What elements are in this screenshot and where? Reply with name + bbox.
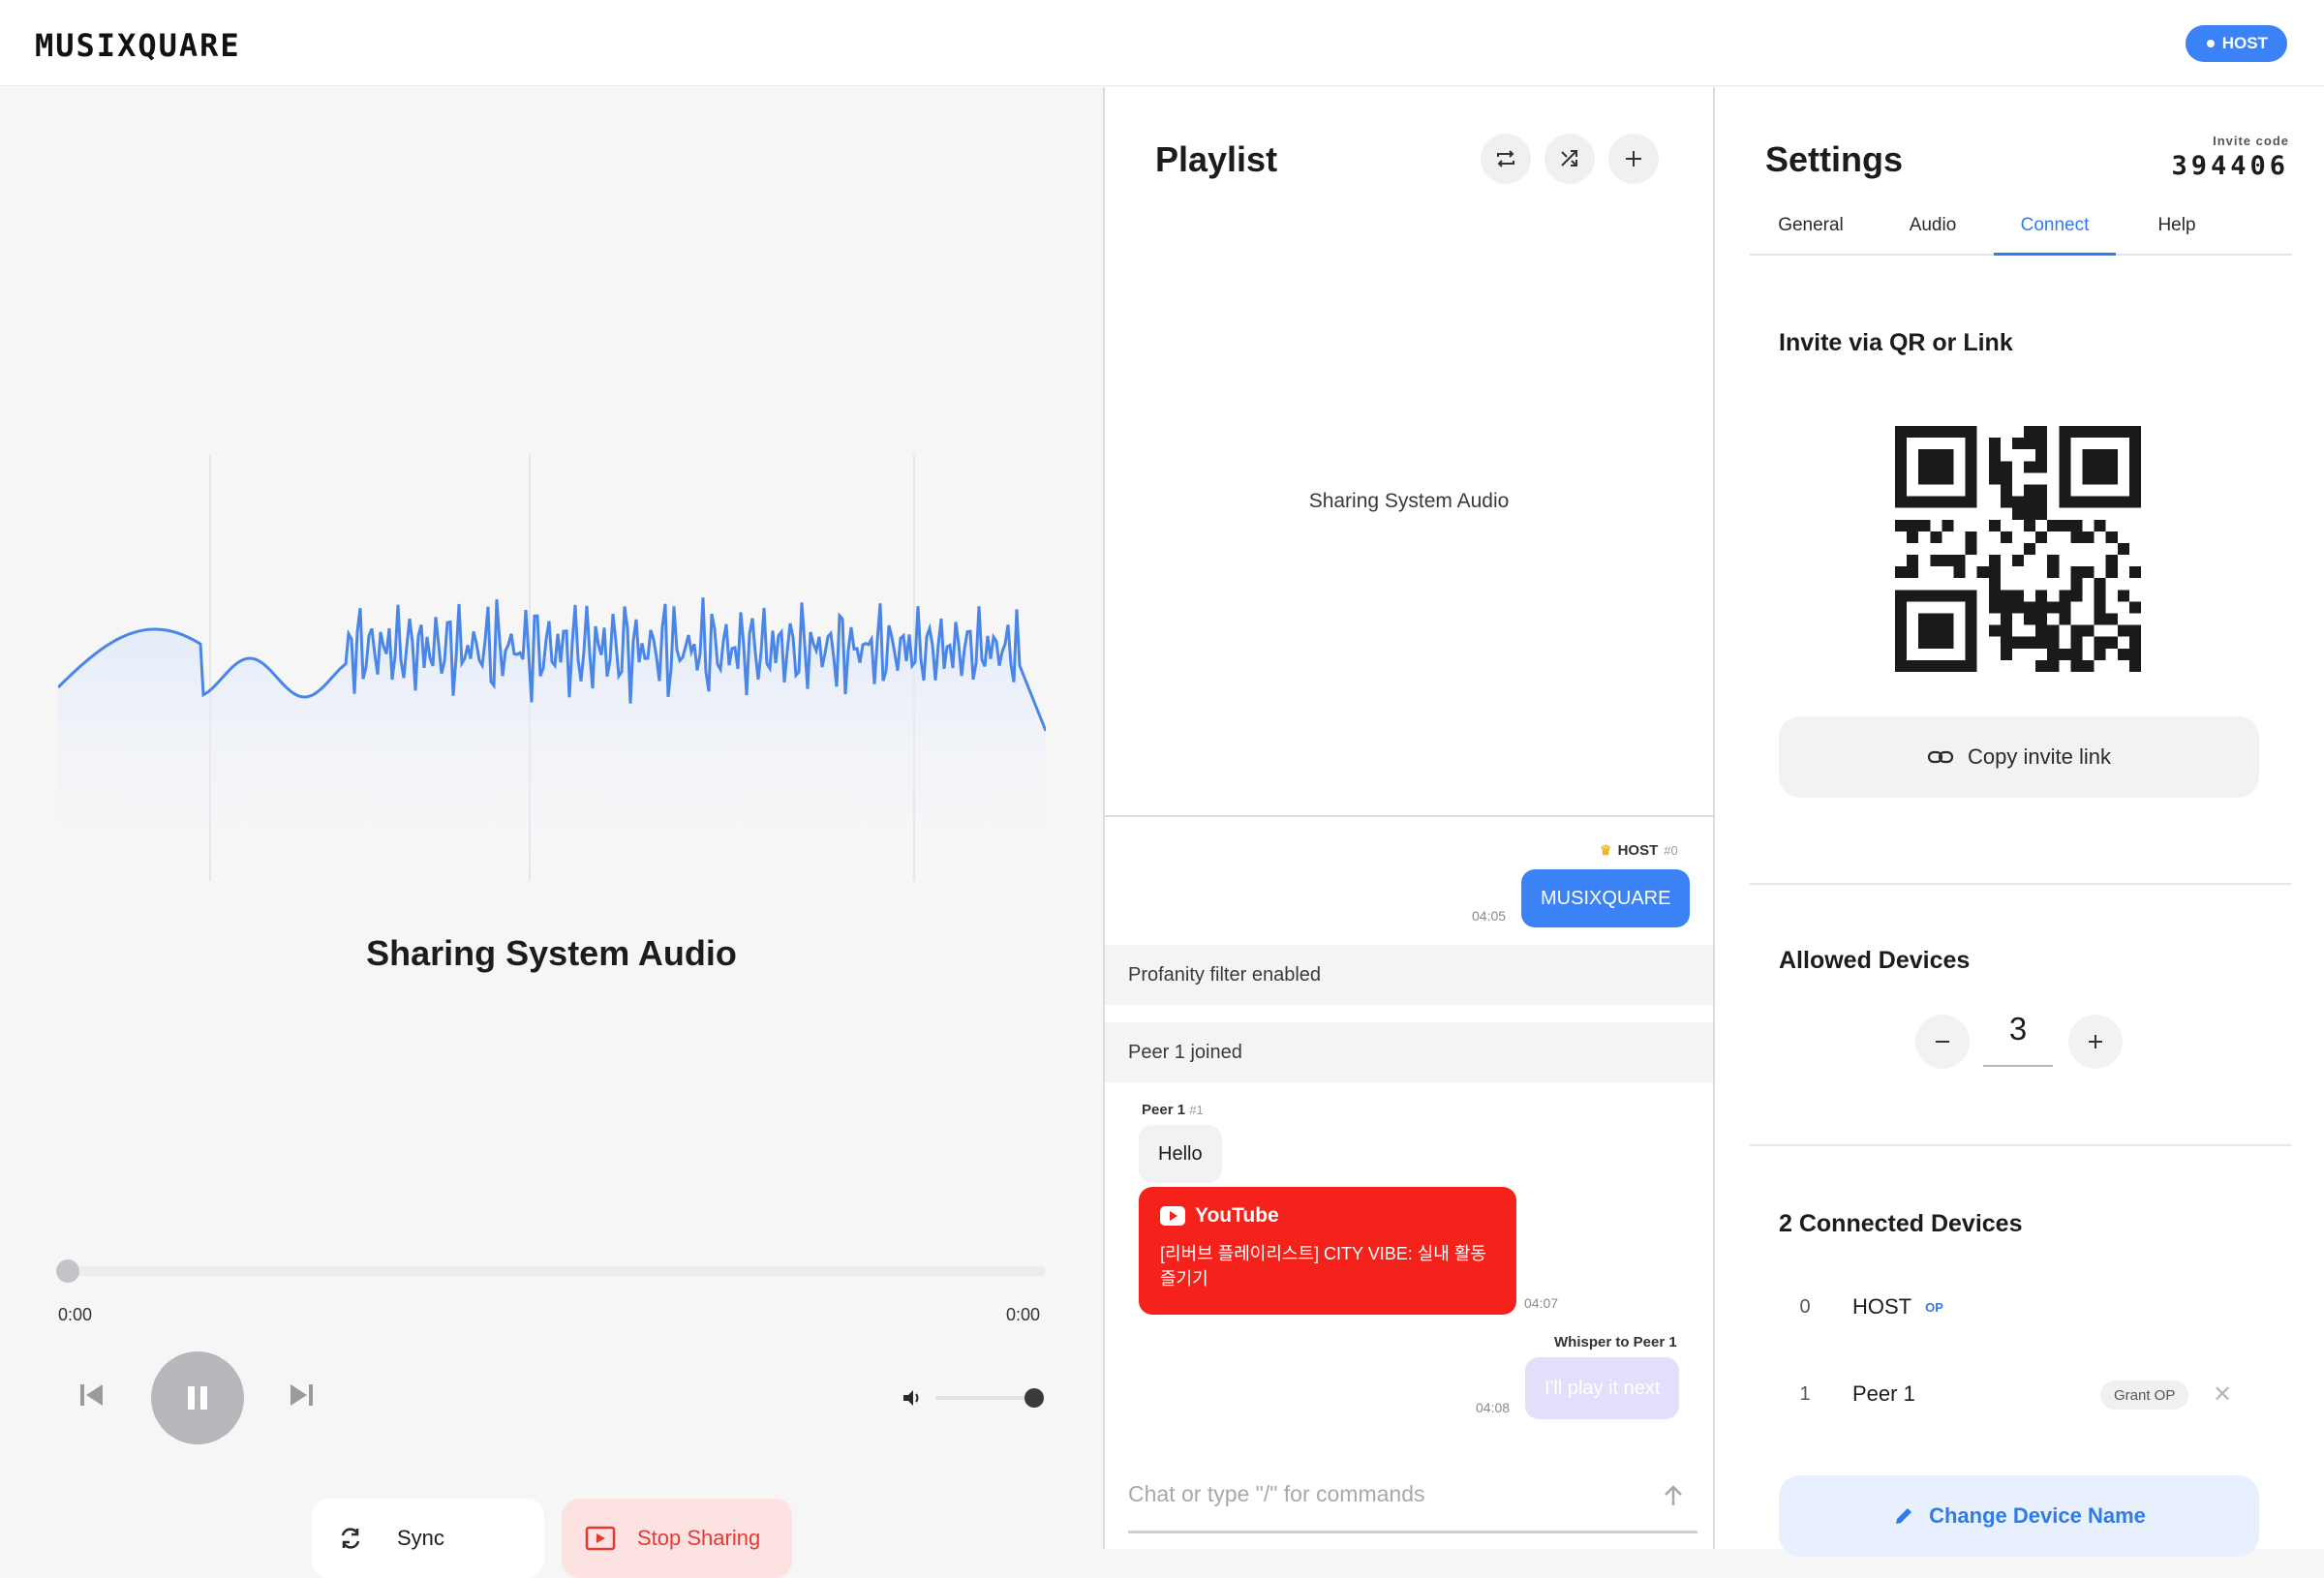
whisper-message-time: 04:08 (1476, 1400, 1511, 1415)
copy-invite-link-label: Copy invite link (1968, 744, 2111, 769)
change-device-name-label: Change Device Name (1929, 1503, 2146, 1528)
grant-op-button[interactable]: Grant OP (2100, 1381, 2189, 1410)
device-row: 1 Peer 1 Grant OP ✕ (1779, 1365, 2259, 1423)
crown-icon: ♛ (1600, 842, 1612, 858)
stop-sharing-button[interactable]: Stop Sharing (562, 1499, 792, 1578)
host-message-bubble: MUSIXQUARE (1521, 869, 1691, 927)
peer-message-bubble: Hello (1139, 1125, 1222, 1183)
whisper-label: Whisper to Peer 1 (1554, 1334, 1677, 1350)
section-divider (1750, 883, 2292, 885)
next-track-button[interactable] (287, 1381, 316, 1410)
playlist-title: Playlist (1155, 139, 1278, 179)
stop-sharing-label: Stop Sharing (637, 1526, 761, 1550)
invite-code-label: Invite code (2213, 134, 2289, 148)
shuffle-button[interactable] (1544, 134, 1595, 184)
system-message: Peer 1 joined (1105, 1022, 1713, 1082)
volume-icon[interactable] (901, 1386, 924, 1410)
pause-button[interactable] (151, 1351, 244, 1444)
plus-icon (1626, 151, 1641, 167)
device-name: HOST (1852, 1294, 1912, 1319)
peer-sender-name: Peer 1 (1142, 1102, 1186, 1118)
screen-share-icon (585, 1526, 616, 1551)
playlist-chat-divider (1105, 815, 1713, 817)
host-sender: ♛ HOST #0 (1600, 842, 1678, 859)
shuffle-icon (1561, 150, 1577, 167)
repeat-button[interactable] (1481, 134, 1531, 184)
role-badge-label: HOST (2221, 34, 2268, 52)
youtube-title: [리버브 플레이리스트] CITY VIBE: 실내 활동 즐기기 (1160, 1244, 1486, 1289)
host-message-time: 04:05 (1472, 908, 1507, 924)
change-device-name-button[interactable]: Change Device Name (1779, 1475, 2259, 1557)
invite-code: 394406 (2171, 151, 2289, 181)
playlist-chat-panel: Playlist Sharing System Audio (1105, 87, 1713, 1549)
chat-input-box (1128, 1458, 1697, 1533)
player-panel: Sharing System Audio 0:00 0:00 Sync Stop… (0, 87, 1103, 1578)
whisper-message-bubble: I'll play it next (1525, 1357, 1680, 1419)
previous-track-button[interactable] (77, 1381, 107, 1410)
tab-help[interactable]: Help (2116, 207, 2238, 256)
skip-back-icon (80, 1384, 103, 1406)
time-current: 0:00 (58, 1305, 93, 1324)
settings-panel: Settings Invite code 394406 General Audi… (1715, 87, 2324, 1557)
host-sender-tag: #0 (1664, 843, 1678, 858)
minus-icon (1936, 1041, 1949, 1043)
tab-audio[interactable]: Audio (1872, 207, 1994, 256)
plus-icon (2089, 1035, 2102, 1048)
volume-slider[interactable] (935, 1388, 1044, 1408)
allowed-devices-value[interactable]: 3 (1983, 1007, 2053, 1067)
youtube-message-time: 04:07 (1524, 1295, 1559, 1311)
app-logo: MUSIXQUARE (35, 27, 241, 64)
youtube-icon (1160, 1206, 1185, 1226)
invite-qr-code (1895, 426, 2141, 672)
device-index: 1 (1799, 1382, 1811, 1405)
time-total: 0:00 (1006, 1305, 1041, 1324)
progress-knob[interactable] (56, 1259, 79, 1283)
sync-label: Sync (397, 1526, 444, 1550)
host-sender-name: HOST (1617, 842, 1659, 859)
connected-devices-title: 2 Connected Devices (1779, 1210, 2023, 1237)
youtube-card-header: YouTube (1160, 1204, 1495, 1228)
system-message: Profanity filter enabled (1105, 945, 1713, 1005)
pencil-icon (1896, 1508, 1912, 1524)
tab-connect[interactable]: Connect (1994, 207, 2116, 256)
device-index: 0 (1799, 1295, 1811, 1318)
top-bar: MUSIXQUARE HOST (0, 0, 2324, 86)
send-arrow-icon[interactable] (1661, 1483, 1686, 1508)
copy-invite-link-button[interactable]: Copy invite link (1779, 716, 2259, 798)
pause-icon (188, 1386, 207, 1410)
chat-input[interactable] (1128, 1481, 1632, 1507)
invite-section-title: Invite via QR or Link (1779, 329, 2013, 356)
sync-button[interactable]: Sync (312, 1499, 544, 1578)
increase-devices-button[interactable] (2068, 1015, 2123, 1069)
kick-device-icon[interactable]: ✕ (2213, 1381, 2232, 1409)
op-badge: OP (1925, 1299, 1943, 1315)
youtube-label: YouTube (1195, 1204, 1279, 1227)
add-track-button[interactable] (1608, 134, 1659, 184)
link-icon (1927, 750, 1954, 764)
peer-sender: Peer 1 #1 (1142, 1102, 1204, 1118)
youtube-card[interactable]: YouTube [리버브 플레이리스트] CITY VIBE: 실내 활동 즐기… (1139, 1187, 1516, 1315)
section-divider (1750, 1144, 2292, 1146)
volume-knob[interactable] (1024, 1388, 1044, 1408)
status-dot-icon (2206, 40, 2215, 47)
playlist-empty-text: Sharing System Audio (1308, 490, 1510, 512)
audio-waveform (58, 455, 1046, 881)
sync-icon (341, 1528, 360, 1549)
skip-forward-icon (290, 1384, 313, 1406)
repeat-icon (1497, 150, 1514, 167)
tab-general[interactable]: General (1750, 207, 1872, 256)
settings-tabs: General Audio Connect Help (1750, 207, 2292, 256)
progress-slider[interactable] (56, 1259, 1046, 1283)
peer-sender-tag: #1 (1189, 1103, 1204, 1117)
device-name: Peer 1 (1852, 1381, 1915, 1406)
decrease-devices-button[interactable] (1915, 1015, 1970, 1069)
allowed-devices-title: Allowed Devices (1779, 947, 1971, 974)
track-title: Sharing System Audio (366, 933, 737, 973)
role-badge: HOST (2185, 25, 2287, 62)
settings-title: Settings (1765, 139, 1904, 179)
device-row: 0 HOST OP (1779, 1278, 2259, 1336)
